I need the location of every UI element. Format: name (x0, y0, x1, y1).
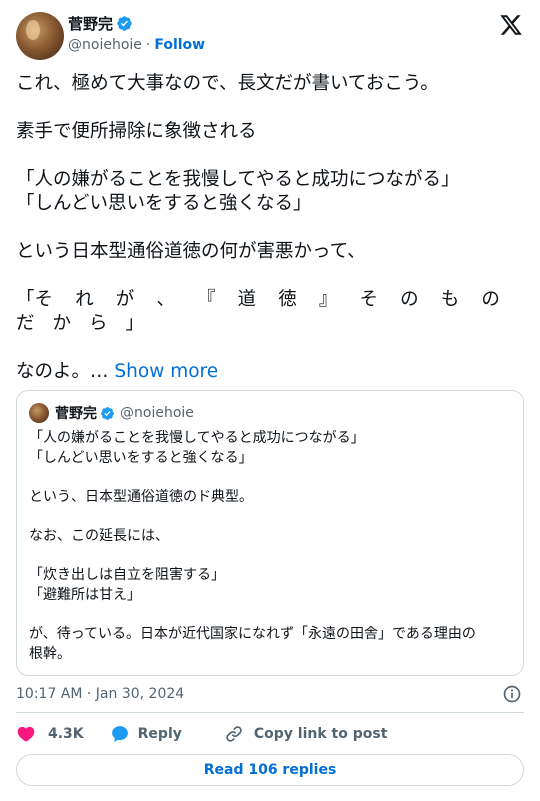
reply-label: Reply (137, 726, 182, 742)
author-info: 菅野完 @noiehoie · Follow (68, 13, 205, 55)
tweet-line: 「人の嫌がることを我慢してやると成功につながる」 (16, 169, 460, 190)
verified-badge-icon (117, 15, 132, 31)
char: ら (88, 313, 108, 334)
author-display-name[interactable]: 菅野完 (68, 13, 113, 34)
char: の (481, 289, 500, 310)
action-bar: 4.3K Reply Copy link to post (16, 722, 387, 746)
char: 』 (318, 289, 338, 310)
embedded-tweet: 菅野完 @noiehoie · Follow これ、極めて大事なので、長文だが書… (0, 0, 540, 801)
copy-link-button[interactable]: Copy link to post (224, 724, 388, 744)
quote-header: 菅野完 @noiehoie (55, 403, 194, 423)
char: か (52, 313, 71, 334)
x-logo-icon[interactable] (499, 13, 523, 37)
tweet-line: 「しんどい思いをすると強くなる」 (16, 193, 312, 214)
quote-line: 「しんどい思いをすると強くなる」 (29, 449, 253, 466)
spaced-text-line: 「そ れ が 、 『 道 徳 』 そ の も の (16, 288, 500, 312)
char: 「そ (16, 289, 54, 310)
quote-line: なお、この延長には、 (29, 527, 169, 544)
verified-badge-icon (101, 406, 114, 420)
follow-button[interactable]: Follow (154, 37, 205, 53)
author-handle[interactable]: @noiehoie (68, 37, 142, 53)
char: 」 (125, 313, 144, 334)
quote-author-name: 菅野完 (55, 406, 97, 422)
char: れ (75, 289, 94, 310)
char: が (115, 289, 135, 310)
quote-line: 「避難所は甘え」 (29, 586, 141, 603)
divider (16, 712, 524, 713)
tweet-timestamp[interactable]: 10:17 AM · Jan 30, 2024 (16, 684, 184, 704)
tweet-line: なのよ。… (16, 361, 109, 382)
heart-icon (17, 726, 35, 742)
like-button[interactable]: 4.3K (16, 724, 84, 744)
separator-dot: · (145, 37, 151, 53)
quote-line: が、待っている。日本が近代国家になれず「永遠の田舎」である理由の (29, 625, 476, 642)
quote-author-avatar (29, 403, 49, 423)
tweet-line-last: なのよ。… Show more (16, 360, 524, 384)
reply-button[interactable]: Reply (110, 724, 182, 744)
quoted-tweet[interactable]: 菅野完 @noiehoie 「人の嫌がることを我慢してやると成功につながる」 「… (16, 390, 524, 676)
info-icon[interactable] (502, 684, 522, 704)
char: の (400, 289, 419, 310)
char: 徳 (278, 289, 297, 310)
copy-link-label: Copy link to post (253, 726, 388, 742)
quote-line: 「人の嫌がることを我慢してやると成功につながる」 (29, 430, 365, 446)
tweet-text: これ、極めて大事なので、長文だが書いておこう。 素手で便所掃除に象徴される 「人… (16, 72, 524, 384)
quote-line: 根幹。 (29, 645, 71, 662)
char: 道 (237, 289, 257, 310)
quote-text: 「人の嫌がることを我慢してやると成功につながる」 「しんどい思いをすると強くなる… (29, 429, 513, 664)
spaced-text-line: だ か ら 」 (16, 312, 144, 336)
char: も (440, 289, 460, 310)
link-icon (226, 726, 242, 742)
tweet-line: という日本型通俗道徳の何が害悪かって、 (16, 241, 366, 262)
show-more-link[interactable]: Show more (114, 361, 218, 382)
read-replies-button[interactable]: Read 106 replies (16, 754, 524, 786)
quote-author-handle: @noiehoie (120, 405, 194, 421)
quote-line: 「炊き出しは自立を阻害する」 (29, 567, 225, 584)
char: 『 (197, 289, 216, 310)
char: 、 (156, 289, 175, 310)
speech-bubble-icon (111, 726, 128, 742)
tweet-line: これ、極めて大事なので、長文だが書いておこう。 (16, 73, 439, 94)
tweet-line: 素手で便所掃除に象徴される (16, 121, 257, 142)
char: だ (16, 313, 35, 334)
author-avatar[interactable] (16, 12, 64, 60)
quote-line: という、日本型通俗道徳のド典型。 (29, 488, 253, 505)
like-count: 4.3K (48, 726, 84, 742)
char: そ (359, 289, 379, 310)
